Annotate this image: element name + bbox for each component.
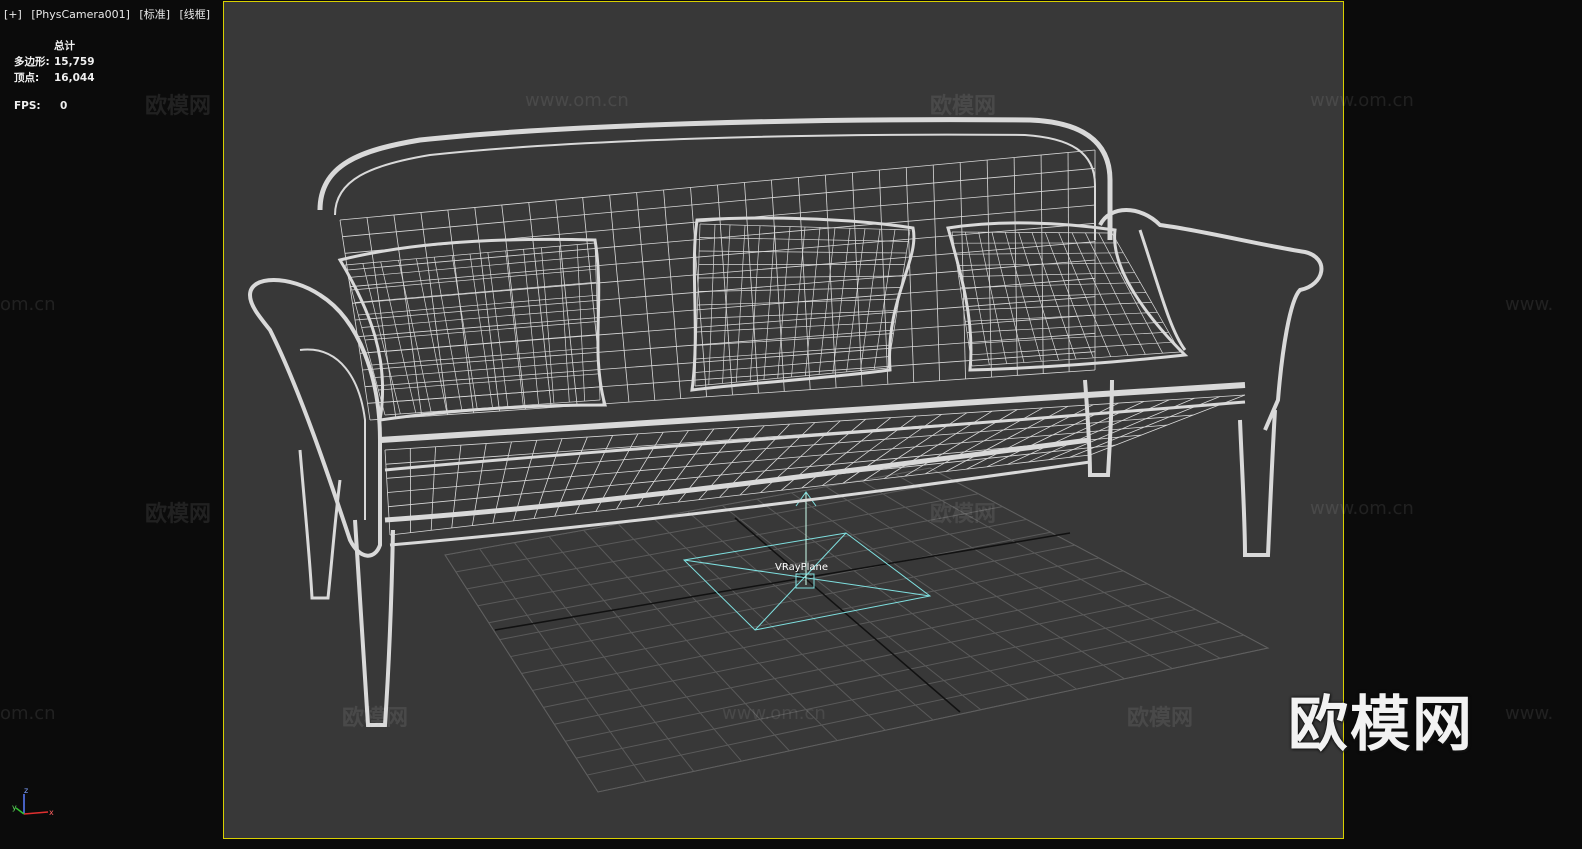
axis-y-label: y bbox=[12, 803, 17, 812]
home-grid bbox=[444, 467, 1270, 793]
brand-logo-watermark: 欧模网 bbox=[1288, 690, 1474, 760]
vray-plane-helper[interactable] bbox=[682, 491, 932, 631]
axis-z-label: z bbox=[24, 786, 28, 795]
axis-tripod-icon: z x y bbox=[12, 786, 54, 817]
sofa-wireframe[interactable] bbox=[247, 117, 1324, 727]
axis-x-label: x bbox=[49, 808, 54, 817]
vray-plane-label: VRayPlane bbox=[775, 562, 829, 573]
